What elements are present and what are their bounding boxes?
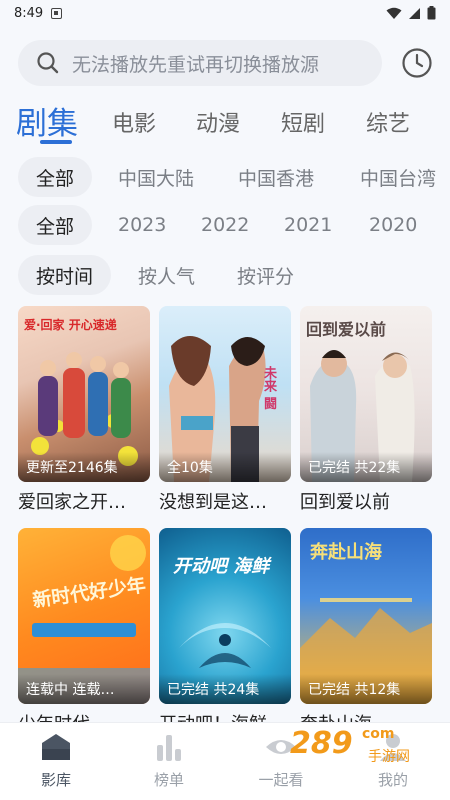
nav-watch-together-label: 一起看	[258, 771, 304, 789]
nav-library-label: 影库	[40, 771, 71, 789]
wifi-icon	[386, 7, 402, 19]
year-filter-2020[interactable]: 2020	[369, 205, 417, 245]
episode-badge: 已完结 共24集	[159, 674, 291, 704]
poster-title-art: 开动吧 海鲜	[173, 556, 270, 577]
search-placeholder: 无法播放先重试再切换播放源	[72, 53, 320, 76]
region-filter-hongkong[interactable]: 中国香港	[238, 157, 314, 197]
episode-badge: 已完结 共12集	[300, 674, 432, 704]
history-button[interactable]	[400, 46, 434, 80]
year-filter-all[interactable]: 全部	[18, 205, 93, 245]
show-poster: 回到爱以前 已完结 共22集	[300, 306, 432, 482]
clock-icon	[402, 48, 432, 78]
show-card[interactable]: 新时代好少年 连载中 连载… 少年时代	[18, 528, 150, 724]
episode-badge: 已完结 共22集	[300, 452, 432, 482]
watermark-number: 289	[290, 726, 353, 761]
search-input[interactable]: 无法播放先重试再切换播放源	[18, 40, 382, 86]
watermark-suffix: com	[362, 726, 395, 742]
show-card[interactable]: 未来 闘 全10集 没想到是这…	[159, 306, 291, 514]
sort-by-rating[interactable]: 按评分	[237, 255, 294, 295]
chart-icon	[157, 735, 181, 761]
show-title: 爱回家之开…	[18, 492, 126, 513]
show-poster: 新时代好少年 连载中 连载…	[18, 528, 150, 704]
year-filter-2022[interactable]: 2022	[201, 205, 249, 245]
poster-title-art: 爱·回家 开心速递	[24, 318, 117, 332]
episode-badge: 更新至2146集	[18, 452, 150, 482]
notification-icon	[51, 7, 63, 19]
battery-icon	[427, 6, 436, 20]
home-icon	[42, 734, 70, 760]
nav-library[interactable]: 影库	[16, 731, 96, 790]
status-bar: 8:49	[0, 0, 450, 26]
site-watermark: 289 com 手游网	[290, 722, 440, 768]
sort-filter-row: 按时间 按人气 按评分	[18, 255, 450, 295]
episode-badge: 连载中 连载…	[18, 674, 150, 704]
year-filter-2023[interactable]: 2023	[118, 205, 166, 245]
region-filter-mainland[interactable]: 中国大陆	[118, 157, 194, 197]
nav-profile-label: 我的	[377, 771, 408, 789]
status-time: 8:49	[14, 5, 44, 21]
signal-icon	[409, 7, 420, 19]
show-card[interactable]: 开动吧 海鲜 已完结 共24集 开动吧！海鲜	[159, 528, 291, 724]
show-card[interactable]: 回到爱以前 已完结 共22集 回到爱以前	[300, 306, 432, 514]
search-row: 无法播放先重试再切换播放源	[18, 40, 438, 86]
poster-title-art: 未来 闘	[261, 366, 276, 410]
region-filter-row: 全部 中国大陆 中国香港 中国台湾	[18, 157, 450, 197]
show-poster: 爱·回家 开心速递 更新至2146集	[18, 306, 150, 482]
nav-rankings-label: 榜单	[153, 771, 184, 789]
poster-title-art: 奔赴山海	[310, 542, 382, 563]
nav-rankings[interactable]: 榜单	[129, 731, 209, 790]
region-filter-taiwan[interactable]: 中国台湾	[360, 157, 436, 197]
show-poster: 奔赴山海 已完结 共12集	[300, 528, 432, 704]
watermark-subtext: 手游网	[368, 749, 410, 765]
active-tab-indicator	[40, 140, 72, 144]
show-title: 没想到是这…	[159, 492, 267, 513]
search-icon	[37, 52, 59, 74]
sort-by-time[interactable]: 按时间	[18, 255, 112, 295]
year-filter-row: 全部 2023 2022 2021 2020	[18, 205, 450, 245]
show-poster: 开动吧 海鲜 已完结 共24集	[159, 528, 291, 704]
sort-by-popularity[interactable]: 按人气	[138, 255, 195, 295]
show-card[interactable]: 奔赴山海 已完结 共12集 奔赴山海	[300, 528, 432, 724]
show-card[interactable]: 爱·回家 开心速递 更新至2146集 爱回家之开…	[18, 306, 150, 514]
show-poster: 未来 闘 全10集	[159, 306, 291, 482]
poster-title-art: 回到爱以前	[306, 320, 387, 339]
episode-badge: 全10集	[159, 452, 291, 482]
show-title: 回到爱以前	[300, 492, 390, 513]
region-filter-all[interactable]: 全部	[18, 157, 93, 197]
year-filter-2021[interactable]: 2021	[284, 205, 332, 245]
